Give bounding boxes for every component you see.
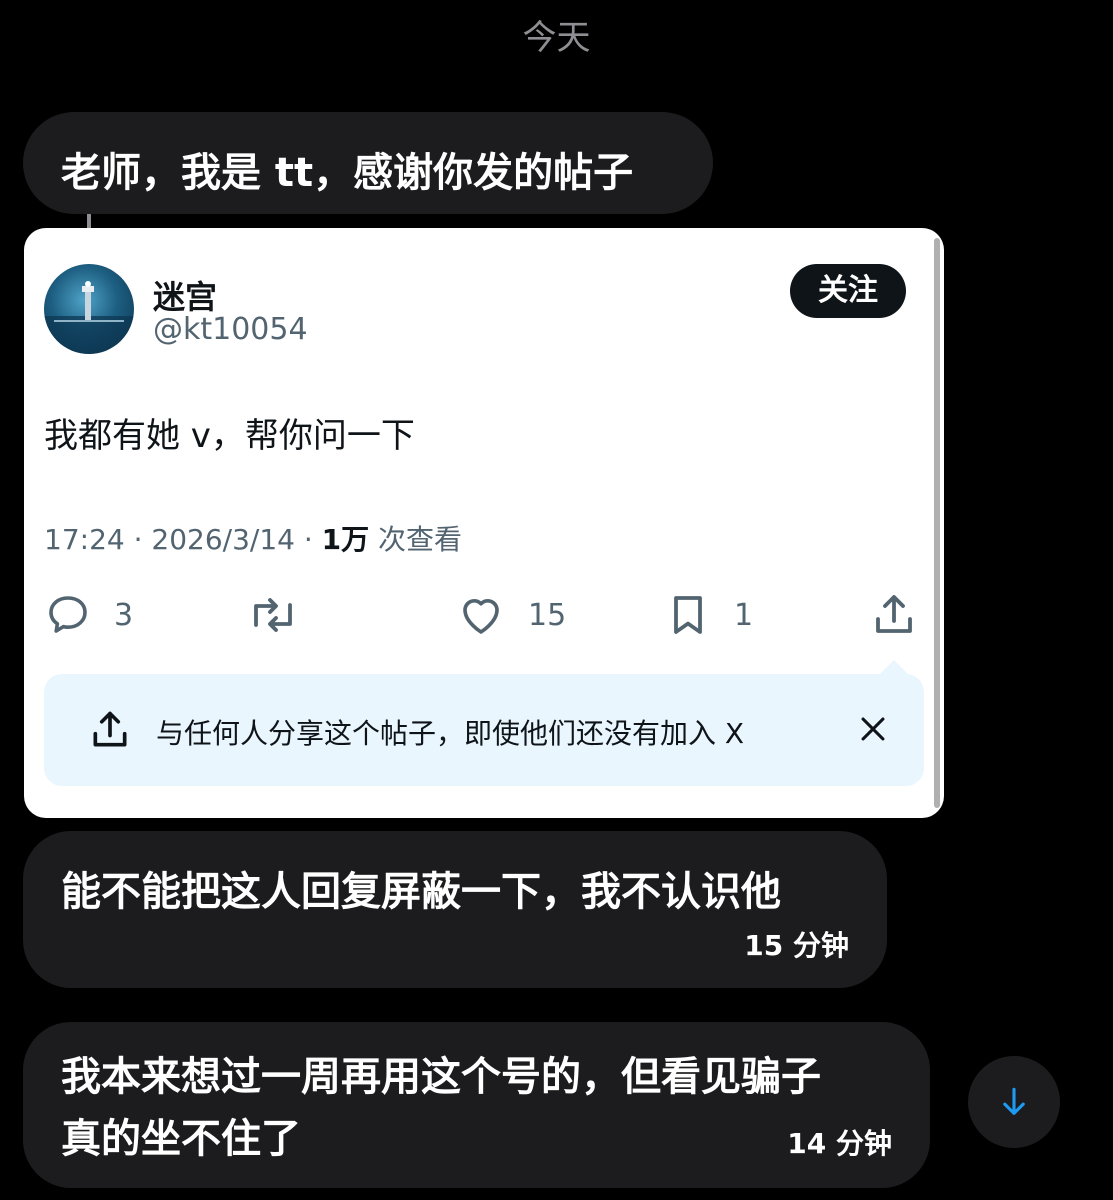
avatar-image [44, 281, 134, 354]
post-view-count: 1万 [321, 523, 370, 556]
post-author-handle[interactable]: @kt10054 [153, 312, 308, 347]
date-separator: 今天 [522, 18, 591, 58]
post-meta: 17:24 · 2026/3/14 · 1万 次查看 [44, 518, 462, 558]
share-button[interactable] [870, 590, 918, 640]
post-timestamp: 17:24 · 2026/3/14 · [44, 523, 322, 556]
share-icon [93, 711, 127, 747]
post-view-label: 次查看 [369, 523, 463, 556]
message-bubble[interactable]: 老师，我是 tt，感谢你发的帖子 [23, 112, 713, 214]
chat-screen: 今天 老师，我是 tt，感谢你发的帖子 迷宫 @kt10054 关注 我都有她 … [0, 0, 1113, 1200]
message-text-line: 我本来想过一周再用这个号的，但看见骗子 [61, 1054, 821, 1100]
message-timestamp: 14 分钟 [787, 1127, 892, 1160]
message-bubble[interactable]: 能不能把这人回复屏蔽一下，我不认识他 15 分钟 [23, 831, 887, 988]
reply-count: 3 [114, 597, 134, 633]
like-button[interactable]: 15 [456, 590, 566, 640]
heart-icon [463, 599, 499, 634]
card-scrollbar[interactable] [934, 238, 940, 808]
comment-icon [49, 596, 87, 633]
repost-icon [254, 598, 292, 632]
avatar[interactable] [44, 264, 134, 354]
follow-button[interactable]: 关注 [790, 264, 906, 318]
arrow-down-icon [1003, 1087, 1025, 1115]
like-count: 15 [528, 597, 567, 633]
message-bubble[interactable]: 我本来想过一周再用这个号的，但看见骗子 真的坐不住了 14 分钟 [23, 1022, 930, 1188]
message-text: 能不能把这人回复屏蔽一下，我不认识他 [61, 869, 781, 915]
embedded-post-card[interactable]: 迷宫 @kt10054 关注 我都有她 v，帮你问一下 17:24 · 2026… [24, 228, 944, 818]
close-icon[interactable] [856, 712, 890, 746]
share-tooltip-text: 与任何人分享这个帖子，即使他们还没有加入 X [156, 717, 745, 750]
message-timestamp: 15 分钟 [744, 929, 849, 962]
repost-button[interactable] [246, 590, 300, 640]
bookmark-icon [674, 596, 702, 634]
scroll-to-bottom-button[interactable] [968, 1056, 1060, 1148]
bookmark-button[interactable]: 1 [664, 590, 753, 640]
message-text: 老师，我是 tt，感谢你发的帖子 [61, 150, 634, 196]
post-text: 我都有她 v，帮你问一下 [44, 416, 415, 456]
bookmark-count: 1 [734, 597, 754, 633]
reply-button[interactable]: 3 [44, 590, 133, 640]
share-tooltip: 与任何人分享这个帖子，即使他们还没有加入 X [44, 674, 924, 786]
share-icon [876, 595, 912, 633]
